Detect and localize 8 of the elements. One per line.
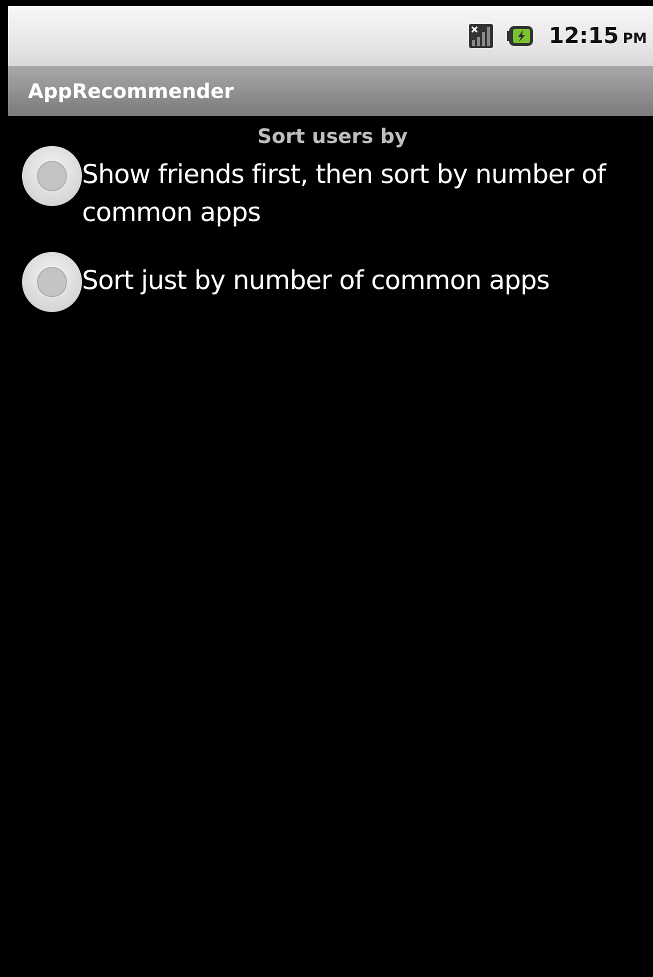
option-label[interactable]: Sort just by number of common apps (82, 262, 550, 300)
battery-charging-icon (506, 26, 533, 46)
no-signal-icon (468, 24, 493, 48)
section-heading: Sort users by (256, 124, 409, 148)
app-title: AppRecommender (28, 79, 234, 103)
clock-time: 12:15 (548, 24, 619, 48)
clock-period: PM (622, 30, 647, 47)
option-label[interactable]: Show friends first, then sort by number of common apps (82, 156, 643, 232)
